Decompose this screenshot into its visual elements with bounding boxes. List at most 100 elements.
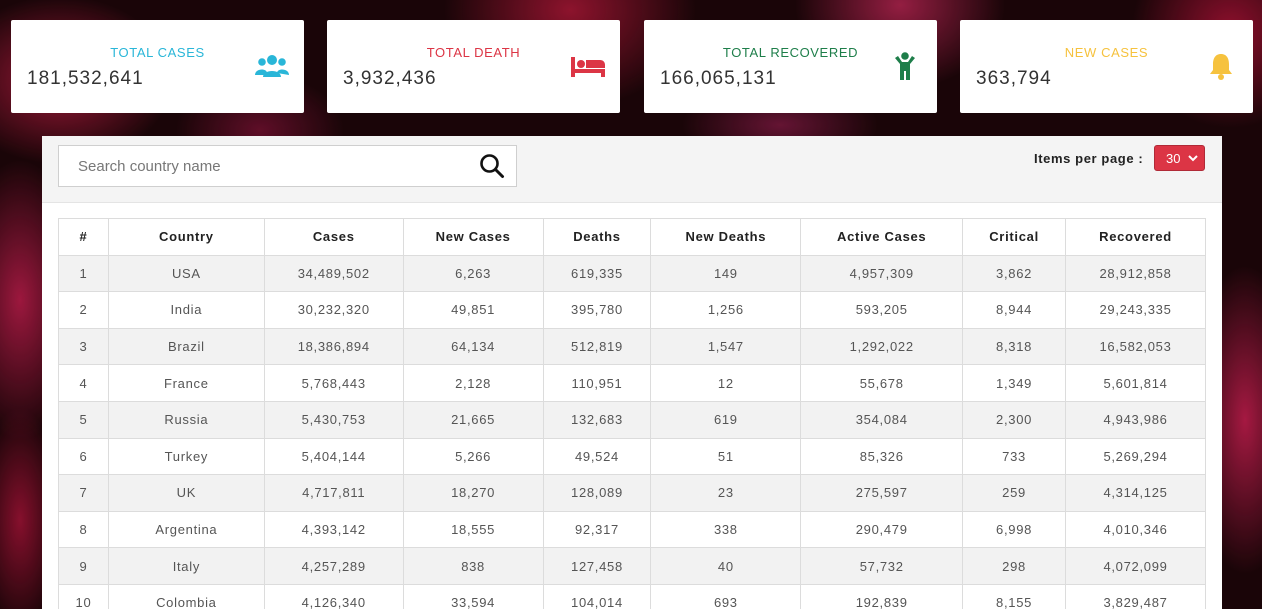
header-active-cases[interactable]: Active Cases — [800, 218, 964, 256]
search-icon[interactable] — [479, 153, 505, 179]
cell-new-cases: 18,555 — [402, 510, 544, 549]
items-per-page-label: Items per page : — [1034, 151, 1144, 166]
cell-deaths: 619,335 — [542, 254, 652, 293]
cell-recovered: 5,601,814 — [1065, 364, 1206, 402]
cell-country: India — [107, 291, 265, 329]
cell-recovered: 29,243,335 — [1065, 291, 1206, 329]
bell-icon — [1203, 50, 1239, 82]
cell-active-cases: 55,678 — [800, 364, 964, 402]
table-row[interactable]: 5 Russia 5,430,753 21,665 132,683 619 354,084 2… — [58, 400, 1206, 439]
cell-deaths: 132,683 — [542, 400, 652, 439]
cell-active-cases: 4,957,309 — [800, 254, 964, 293]
cell-new-deaths: 40 — [650, 547, 802, 585]
cell-new-cases: 2,128 — [402, 364, 544, 402]
cell-recovered: 4,943,986 — [1065, 400, 1206, 439]
country-table: # Country Cases New Cases Deaths New Dea… — [58, 218, 1206, 609]
header-cases[interactable]: Cases — [263, 218, 404, 256]
cell-active-cases: 85,326 — [800, 437, 964, 476]
cell-new-deaths: 149 — [650, 254, 802, 293]
cell-new-cases: 49,851 — [402, 291, 544, 329]
cell-index: 7 — [58, 474, 109, 512]
cell-recovered: 4,072,099 — [1065, 547, 1206, 585]
cell-cases: 5,768,443 — [263, 364, 404, 402]
header-critical[interactable]: Critical — [962, 218, 1067, 256]
table-row[interactable]: 7 UK 4,717,811 18,270 128,089 23 275,597 259 4,3… — [58, 474, 1206, 512]
cell-new-deaths: 23 — [650, 474, 802, 512]
cell-index: 8 — [58, 510, 109, 549]
cell-cases: 4,126,340 — [263, 583, 404, 609]
cell-cases: 4,393,142 — [263, 510, 404, 549]
cell-index: 1 — [58, 254, 109, 293]
cell-new-cases: 18,270 — [402, 474, 544, 512]
cell-new-cases: 64,134 — [402, 327, 544, 366]
cell-recovered: 16,582,053 — [1065, 327, 1206, 366]
header-new-cases[interactable]: New Cases — [402, 218, 544, 256]
cell-index: 2 — [58, 291, 109, 329]
cell-country: Brazil — [107, 327, 265, 366]
stat-value: 3,932,436 — [343, 68, 437, 89]
cell-critical: 733 — [962, 437, 1067, 476]
cell-critical: 8,318 — [962, 327, 1067, 366]
bed-icon — [570, 50, 606, 82]
cell-deaths: 49,524 — [542, 437, 652, 476]
cell-country: Turkey — [107, 437, 265, 476]
cell-country: Russia — [107, 400, 265, 439]
cell-cases: 18,386,894 — [263, 327, 404, 366]
cell-new-deaths: 619 — [650, 400, 802, 439]
table-row[interactable]: 1 USA 34,489,502 6,263 619,335 149 4,957,309 3,… — [58, 254, 1206, 293]
person-icon — [887, 50, 923, 82]
stat-value: 181,532,641 — [27, 68, 144, 89]
cell-country: France — [107, 364, 265, 402]
cell-active-cases: 192,839 — [800, 583, 964, 609]
stat-value: 166,065,131 — [660, 68, 777, 89]
cell-active-cases: 593,205 — [800, 291, 964, 329]
table-row[interactable]: 4 France 5,768,443 2,128 110,951 12 55,678 1,34… — [58, 364, 1206, 402]
table-body: 1 USA 34,489,502 6,263 619,335 149 4,957,309 3,… — [58, 254, 1206, 609]
cell-critical: 2,300 — [962, 400, 1067, 439]
table-row[interactable]: 10 Colombia 4,126,340 33,594 104,014 693 192,8… — [58, 583, 1206, 609]
cell-critical: 6,998 — [962, 510, 1067, 549]
table-toolbar: Items per page : 30 — [42, 136, 1222, 203]
cell-cases: 5,404,144 — [263, 437, 404, 476]
table-row[interactable]: 2 India 30,232,320 49,851 395,780 1,256 593,20… — [58, 291, 1206, 329]
cell-critical: 8,155 — [962, 583, 1067, 609]
cell-recovered: 4,010,346 — [1065, 510, 1206, 549]
header-recovered[interactable]: Recovered — [1065, 218, 1206, 256]
search-box — [58, 145, 517, 187]
cell-new-deaths: 338 — [650, 510, 802, 549]
cell-deaths: 128,089 — [542, 474, 652, 512]
cell-new-cases: 838 — [402, 547, 544, 585]
header-country[interactable]: Country — [107, 218, 265, 256]
cell-cases: 34,489,502 — [263, 254, 404, 293]
table-row[interactable]: 8 Argentina 4,393,142 18,555 92,317 338 290,47… — [58, 510, 1206, 549]
cell-country: UK — [107, 474, 265, 512]
table-row[interactable]: 9 Italy 4,257,289 838 127,458 40 57,732 298 4,07… — [58, 547, 1206, 585]
cell-deaths: 92,317 — [542, 510, 652, 549]
cell-index: 4 — [58, 364, 109, 402]
stat-card-total-recovered: TOTAL RECOVERED 166,065,131 — [644, 20, 937, 113]
search-input[interactable] — [59, 146, 459, 186]
table-row[interactable]: 3 Brazil 18,386,894 64,134 512,819 1,547 1,292… — [58, 327, 1206, 366]
header-new-deaths[interactable]: New Deaths — [650, 218, 802, 256]
header-deaths[interactable]: Deaths — [542, 218, 652, 256]
cell-cases: 4,717,811 — [263, 474, 404, 512]
cell-critical: 3,862 — [962, 254, 1067, 293]
cell-active-cases: 290,479 — [800, 510, 964, 549]
cell-recovered: 28,912,858 — [1065, 254, 1206, 293]
table-row[interactable]: 6 Turkey 5,404,144 5,266 49,524 51 85,326 733 5,… — [58, 437, 1206, 476]
stat-card-new-cases: NEW CASES 363,794 — [960, 20, 1253, 113]
cell-critical: 1,349 — [962, 364, 1067, 402]
cell-deaths: 104,014 — [542, 583, 652, 609]
cell-new-deaths: 12 — [650, 364, 802, 402]
cell-index: 5 — [58, 400, 109, 439]
country-table-panel: Items per page : 30 # Country Cases New … — [42, 136, 1222, 609]
users-icon — [254, 50, 290, 82]
cell-active-cases: 275,597 — [800, 474, 964, 512]
cell-deaths: 512,819 — [542, 327, 652, 366]
header-index[interactable]: # — [58, 218, 109, 256]
items-per-page-select[interactable]: 30 — [1154, 145, 1205, 171]
cell-critical: 259 — [962, 474, 1067, 512]
stat-card-total-death: TOTAL DEATH 3,932,436 — [327, 20, 620, 113]
cell-country: Colombia — [107, 583, 265, 609]
stat-value: 363,794 — [976, 68, 1052, 89]
